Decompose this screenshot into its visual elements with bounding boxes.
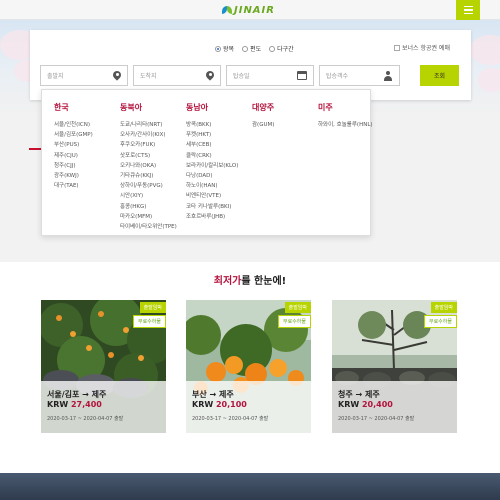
departure-field[interactable]: 출발지 — [40, 65, 128, 86]
city-option[interactable]: 괌(GUM) — [252, 120, 274, 130]
deal-info: 부산 → 제주 KRW 20,100 2020-03-17 ~ 2020-04-… — [186, 381, 311, 433]
footer-banner — [0, 473, 500, 500]
city-option[interactable]: 홍콩(HKG) — [120, 202, 177, 212]
deal-price: KRW 27,400 — [47, 400, 102, 409]
trip-roundtrip[interactable]: 왕복 — [215, 44, 234, 53]
city-option[interactable]: 서울/인천(ICN) — [54, 120, 93, 130]
city-option[interactable]: 후쿠오카(FUK) — [120, 140, 177, 150]
city-option[interactable]: 하노이(HAN) — [186, 181, 238, 191]
city-option[interactable]: 삿포로(CTS) — [120, 151, 177, 161]
trip-type-group: 왕복 편도 다구간 — [215, 44, 294, 53]
departure-soon-badge: 출발임박 — [284, 302, 311, 313]
free-baggage-badge: 무료수하물 — [132, 315, 166, 328]
logo-butterfly-icon — [222, 5, 232, 15]
free-baggage-badge: 무료수하물 — [277, 315, 311, 328]
city-option[interactable]: 오사카/간사이(KIX) — [120, 130, 177, 140]
city-option[interactable]: 서울/김포(GMP) — [54, 130, 93, 140]
region-title: 대양주 — [252, 103, 275, 112]
deal-card[interactable]: 출발임박 무료수하물 서울/김포 → 제주 KRW 27,400 2020-03… — [41, 300, 166, 433]
top-header: JINAIR — [0, 0, 500, 20]
region-title: 동남아 — [186, 103, 209, 112]
region-title: 미주 — [318, 103, 333, 112]
radio-icon[interactable] — [269, 45, 276, 52]
city-option[interactable]: 시안(XIY) — [120, 191, 177, 201]
deal-info: 청주 → 제주 KRW 20,400 2020-03-17 ~ 2020-04-… — [332, 381, 457, 433]
region-southeast-asia: 동남아 방콕(BKK) 푸켓(HKT) 세부(CEB) 클락(CRK) 보라카이… — [186, 102, 238, 222]
deal-route: 서울/김포 → 제주 — [47, 390, 107, 399]
city-option[interactable]: 대구(TAE) — [54, 181, 93, 191]
deal-dates: 2020-03-17 ~ 2020-04-07 출발 — [47, 416, 124, 422]
city-option[interactable]: 기타큐슈(KKJ) — [120, 171, 177, 181]
destination-dropdown: 한국 서울/인천(ICN) 서울/김포(GMP) 부산(PUS) 제주(CJU)… — [41, 89, 373, 236]
city-option[interactable]: 하와이, 호놀룰루(HNL) — [318, 120, 373, 130]
region-northeast-asia: 동북아 도쿄/나리타(NRT) 오사카/간사이(KIX) 후쿠오카(FUK) 삿… — [120, 102, 177, 232]
deal-card[interactable]: 출발임박 무료수하물 부산 → 제주 KRW 20,100 2020-03-17… — [186, 300, 311, 433]
city-option[interactable]: 세부(CEB) — [186, 140, 238, 150]
date-field[interactable]: 탑승일 — [226, 65, 314, 86]
departure-soon-badge: 출발임박 — [139, 302, 166, 313]
radio-icon[interactable] — [242, 45, 249, 52]
bonus-ticket-option[interactable]: 보너스 항공권 예매 — [394, 43, 450, 52]
city-option[interactable]: 타이베이/타오위안(TPE) — [120, 222, 177, 232]
free-baggage-badge: 무료수하물 — [423, 315, 457, 328]
hamburger-icon — [463, 5, 473, 8]
city-option[interactable]: 다낭(DAD) — [186, 171, 238, 181]
deal-price: KRW 20,400 — [338, 400, 393, 409]
city-option[interactable]: 푸켓(HKT) — [186, 130, 238, 140]
city-option[interactable]: 조호르바루(JHB) — [186, 212, 238, 222]
city-option[interactable]: 상하이/푸동(PVG) — [120, 181, 177, 191]
region-americas: 미주 하와이, 호놀룰루(HNL) — [318, 102, 373, 130]
location-pin-icon — [206, 71, 214, 81]
deal-price: KRW 20,100 — [192, 400, 247, 409]
city-option[interactable]: 코타 키나발루(BKI) — [186, 202, 238, 212]
region-title: 한국 — [54, 103, 69, 112]
region-title: 동북아 — [120, 103, 143, 112]
deal-card[interactable]: 출발임박 무료수하물 청주 → 제주 KRW 20,400 2020-03-17… — [332, 300, 457, 433]
city-option[interactable]: 부산(PUS) — [54, 140, 93, 150]
departure-soon-badge: 출발임박 — [430, 302, 457, 313]
city-option[interactable]: 광주(KWJ) — [54, 171, 93, 181]
region-korea: 한국 서울/인천(ICN) 서울/김포(GMP) 부산(PUS) 제주(CJU)… — [54, 102, 93, 191]
trip-oneway[interactable]: 편도 — [242, 44, 261, 53]
lowest-fare-title: 최저가를 한눈에! — [213, 276, 287, 287]
deal-route: 부산 → 제주 — [192, 390, 234, 399]
arrival-field[interactable]: 도착지 — [133, 65, 221, 86]
calendar-icon — [297, 71, 307, 80]
city-option[interactable]: 비엔티안(VTE) — [186, 191, 238, 201]
city-option[interactable]: 청주(CJJ) — [54, 161, 93, 171]
region-oceania: 대양주 괌(GUM) — [252, 102, 274, 130]
city-option[interactable]: 오키나와(OKA) — [120, 161, 177, 171]
deal-route: 청주 → 제주 — [338, 390, 380, 399]
jinair-logo[interactable]: JINAIR — [222, 4, 275, 16]
hamburger-menu-button[interactable] — [456, 0, 480, 20]
user-icon — [383, 70, 393, 81]
trip-multicity[interactable]: 다구간 — [269, 44, 294, 53]
city-option[interactable]: 제주(CJU) — [54, 151, 93, 161]
city-option[interactable]: 방콕(BKK) — [186, 120, 238, 130]
passengers-field[interactable]: 탑승객수 — [319, 65, 400, 86]
city-option[interactable]: 보라카이/칼리보(KLO) — [186, 161, 238, 171]
checkbox-icon[interactable] — [394, 44, 400, 51]
deal-dates: 2020-03-17 ~ 2020-04-07 출발 — [338, 416, 415, 422]
city-option[interactable]: 도쿄/나리타(NRT) — [120, 120, 177, 130]
logo-text: JINAIR — [234, 4, 275, 16]
location-pin-icon — [113, 71, 121, 81]
city-option[interactable]: 클락(CRK) — [186, 151, 238, 161]
deal-dates: 2020-03-17 ~ 2020-04-07 출발 — [192, 416, 269, 422]
search-button[interactable]: 조회 — [420, 65, 459, 86]
deal-info: 서울/김포 → 제주 KRW 27,400 2020-03-17 ~ 2020-… — [41, 381, 166, 433]
city-option[interactable]: 마카오(MFM) — [120, 212, 177, 222]
radio-icon[interactable] — [215, 45, 221, 52]
